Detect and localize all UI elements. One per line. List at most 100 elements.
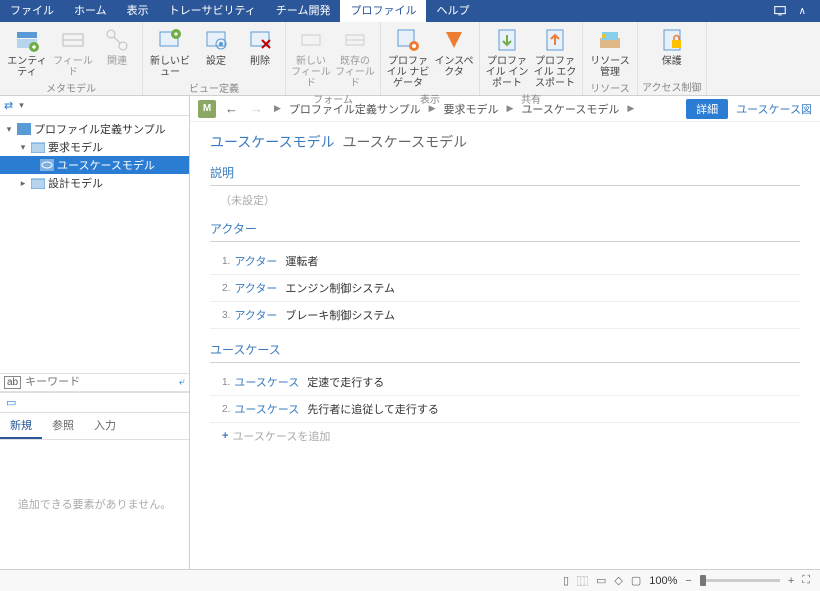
existfield-icon: [341, 26, 369, 54]
folder-icon: [31, 177, 45, 189]
resource-icon: [596, 26, 624, 54]
search-go-icon[interactable]: ⤶: [179, 376, 185, 389]
ribbon-field: フィールド: [52, 24, 94, 78]
crumb-1[interactable]: プロファイル定義サンプル: [289, 101, 421, 117]
ribbon-profilenav[interactable]: プロファイル ナビゲータ: [385, 24, 431, 89]
ribbon-profileimport[interactable]: プロファイル インポート: [484, 24, 530, 89]
layout-icon-3[interactable]: ▭: [596, 574, 606, 587]
left-tabs: 新規 参照 入力: [0, 413, 189, 440]
crumb-2[interactable]: 要求モデル: [444, 101, 499, 117]
desc-value[interactable]: （未設定）: [210, 192, 800, 208]
crumb-sep-icon: ▶: [272, 103, 283, 114]
ribbon-inspector[interactable]: インスペクタ: [433, 24, 475, 89]
actor-row[interactable]: 2. アクター エンジン制御システム: [210, 275, 800, 302]
tree-req[interactable]: ▾ 要求モデル: [0, 138, 189, 156]
ribbon-settings[interactable]: 設定: [195, 24, 237, 78]
crumb-sep-icon: ▶: [625, 103, 636, 114]
menu-home[interactable]: ホーム: [64, 0, 117, 22]
inspector-icon: [440, 26, 468, 54]
row-number: 1.: [222, 377, 230, 388]
tab-new[interactable]: 新規: [0, 413, 42, 439]
ribbon-group-form: 新しい フィールド 既存の フィールド フォーム: [286, 22, 381, 95]
ribbon-delete[interactable]: 削除: [239, 24, 281, 78]
ribbon: エンティティ フィールド 関連 メタモデル 新しいビュー 設定: [0, 22, 820, 96]
tree: ▾ プロファイル定義サンプル ▾ 要求モデル ユースケースモデル ▸ 設計モデル: [0, 116, 189, 196]
protect-icon: [658, 26, 686, 54]
crumb-sep-icon: ▶: [505, 103, 516, 114]
ribbon-group-viewdef-label: ビュー定義: [189, 78, 239, 96]
expand-icon[interactable]: ▸: [18, 178, 28, 189]
tree-tool-icon[interactable]: ⇄: [4, 99, 13, 112]
usecase-diagram-link[interactable]: ユースケース図: [736, 101, 812, 117]
ribbon-entity-label: エンティティ: [4, 56, 50, 78]
tab-input[interactable]: 入力: [84, 413, 126, 439]
field-icon: [59, 26, 87, 54]
section-usecases: ユースケース 1. ユースケース 定速で走行する 2. ユースケース 先行者に追…: [210, 341, 800, 449]
nav-back[interactable]: ←: [222, 101, 241, 116]
menu-help[interactable]: ヘルプ: [426, 0, 479, 22]
title-right: ∧: [773, 4, 820, 18]
menu-trace[interactable]: トレーサビリティ: [159, 0, 266, 22]
export-icon: [541, 26, 569, 54]
page-title: ユースケースモデル ユースケースモデル: [210, 132, 800, 152]
collapse-ribbon-icon[interactable]: ∧: [799, 6, 806, 17]
ribbon-entity[interactable]: エンティティ: [4, 24, 50, 78]
no-elements-message: 追加できる要素がありません。: [0, 440, 189, 570]
add-usecase-label: ユースケースを追加: [232, 428, 330, 444]
actor-row[interactable]: 3. アクター ブレーキ制御システム: [210, 302, 800, 329]
expand-icon[interactable]: ▾: [4, 124, 14, 135]
ribbon-existfield: 既存の フィールド: [334, 24, 376, 89]
tree-root[interactable]: ▾ プロファイル定義サンプル: [0, 120, 189, 138]
ribbon-group-share: プロファイル インポート プロファイル エクスポート 共有: [480, 22, 583, 95]
layout-icon-1[interactable]: ▯: [563, 574, 569, 587]
search-row: ab ⤶: [0, 373, 189, 392]
row-number: 2.: [222, 404, 230, 415]
ribbon-resource-label: リソース管理: [587, 56, 633, 78]
zoom-out[interactable]: −: [685, 575, 691, 587]
desc-heading: 説明: [210, 164, 800, 186]
section-description: 説明 （未設定）: [210, 164, 800, 208]
row-number: 2.: [222, 283, 230, 294]
ribbon-profileexport[interactable]: プロファイル エクスポート: [532, 24, 578, 89]
zoom-slider[interactable]: [700, 579, 780, 582]
ribbon-protect[interactable]: 保護: [649, 24, 695, 77]
tree-usecase[interactable]: ユースケースモデル: [0, 156, 189, 174]
search-input[interactable]: [25, 376, 175, 388]
row-type: アクター: [234, 253, 277, 269]
crumb-3[interactable]: ユースケースモデル: [521, 101, 619, 117]
nav-forward: →: [247, 101, 266, 116]
title-name: ユースケースモデル: [343, 134, 468, 150]
ribbon-newview[interactable]: 新しいビュー: [147, 24, 193, 78]
crumb-sep-icon: ▶: [427, 103, 438, 114]
zoom-in[interactable]: +: [788, 575, 794, 587]
menu-view[interactable]: 表示: [117, 0, 159, 22]
tab-ref[interactable]: 参照: [42, 413, 84, 439]
menu-file[interactable]: ファイル: [0, 0, 64, 22]
actor-row[interactable]: 1. アクター 運転者: [210, 248, 800, 275]
fullscreen-icon[interactable]: ⛶: [802, 574, 810, 587]
section-actors: アクター 1. アクター 運転者 2. アクター エンジン制御システム 3. ア…: [210, 220, 800, 329]
layout-icon-4[interactable]: ◇: [614, 574, 622, 587]
usecase-row[interactable]: 2. ユースケース 先行者に追従して走行する: [210, 396, 800, 423]
usecase-heading: ユースケース: [210, 341, 800, 363]
expand-icon[interactable]: ▾: [18, 142, 28, 153]
row-type: アクター: [234, 307, 277, 323]
monitor-icon[interactable]: [773, 4, 787, 18]
ribbon-resource[interactable]: リソース管理: [587, 24, 633, 78]
ribbon-group-display: プロファイル ナビゲータ インスペクタ 表示: [381, 22, 480, 95]
finder-icon[interactable]: ▭: [6, 397, 16, 409]
menu-team[interactable]: チーム開発: [266, 0, 341, 22]
row-type: ユースケース: [234, 374, 299, 390]
title-type: ユースケースモデル: [210, 134, 335, 150]
tree-design[interactable]: ▸ 設計モデル: [0, 174, 189, 192]
layout-icon-2[interactable]: ⿲: [577, 573, 588, 589]
usecase-row[interactable]: 1. ユースケース 定速で走行する: [210, 369, 800, 396]
delete-icon: [246, 26, 274, 54]
ribbon-inspector-label: インスペクタ: [433, 56, 475, 78]
row-number: 1.: [222, 256, 230, 267]
layout-icon-5[interactable]: ▢: [631, 574, 641, 587]
add-usecase[interactable]: + ユースケースを追加: [210, 423, 800, 449]
menu-profile[interactable]: プロファイル: [340, 0, 426, 22]
detail-button[interactable]: 詳細: [686, 99, 728, 119]
tree-dropdown-icon[interactable]: ▾: [19, 100, 24, 111]
